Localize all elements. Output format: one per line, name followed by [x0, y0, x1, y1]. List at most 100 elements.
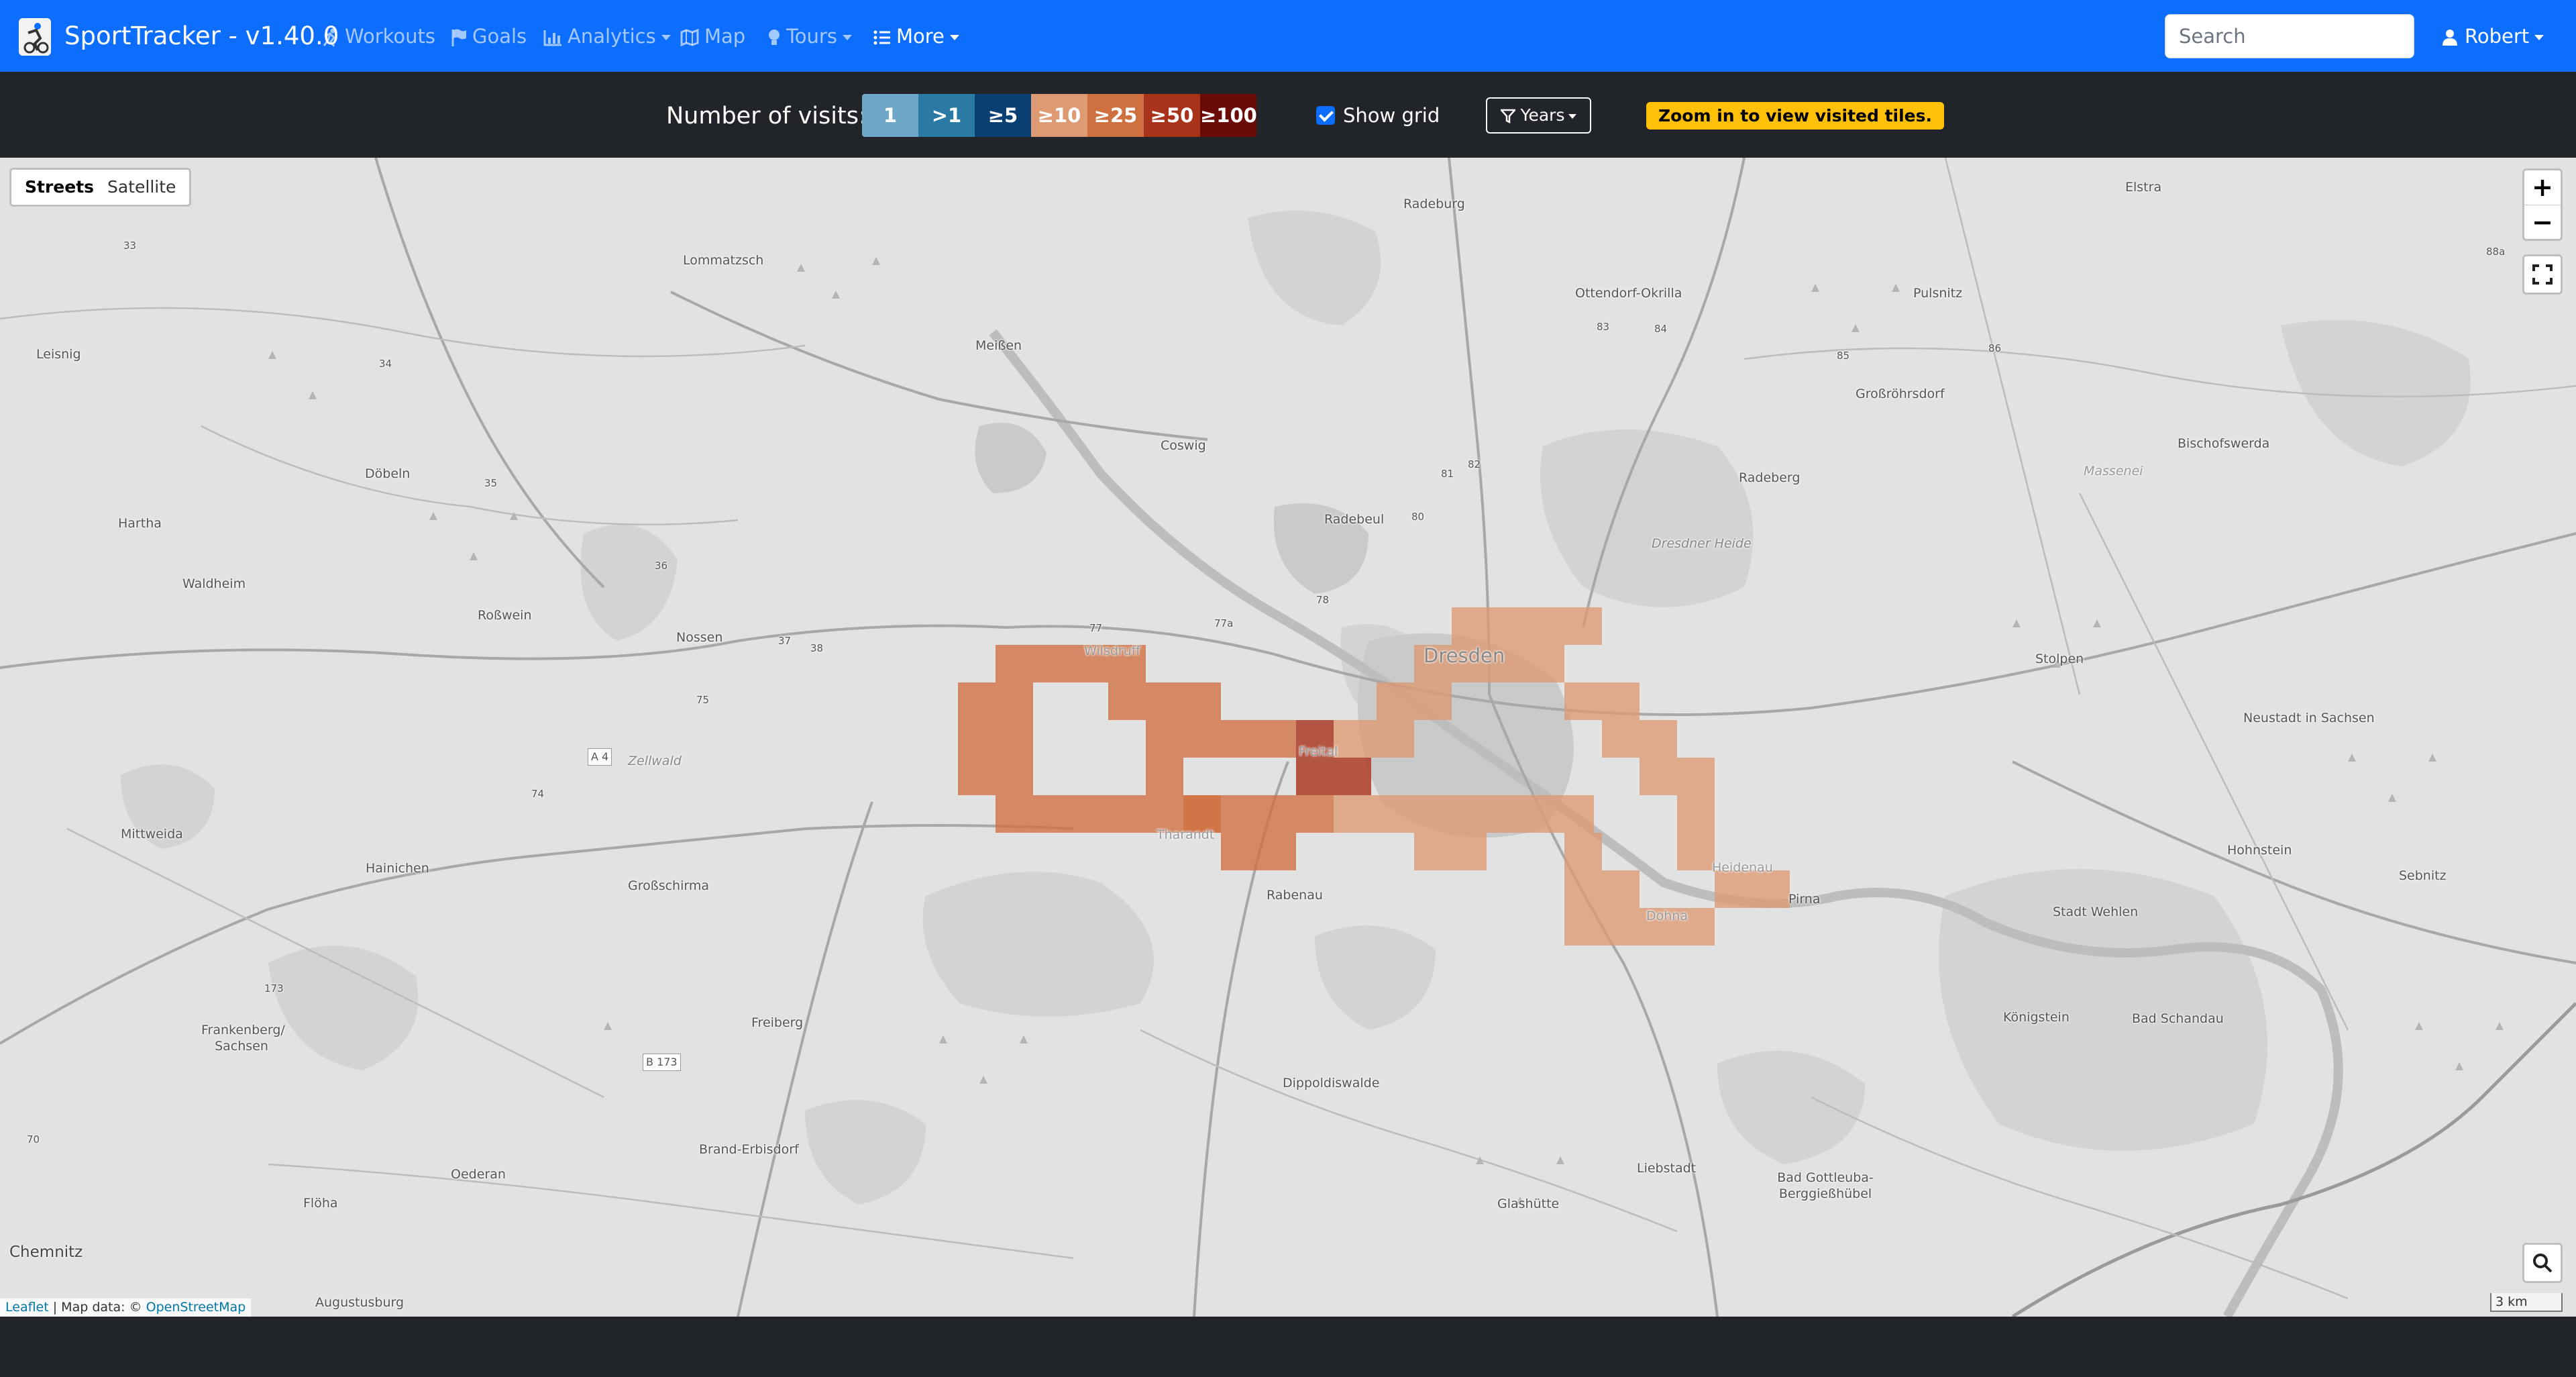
- running-icon: [322, 28, 339, 47]
- list-icon: [873, 30, 891, 46]
- map-attribution: Leaflet | Map data: © OpenStreetMap: [0, 1298, 252, 1317]
- place-liebstadt: Liebstadt: [1637, 1161, 1697, 1176]
- road-81: 81: [1441, 468, 1454, 480]
- show-grid-label: Show grid: [1343, 104, 1440, 127]
- place-bischofswerda: Bischofswerda: [2178, 436, 2270, 451]
- place-neustadt-in-sachsen: Neustadt in Sachsen: [2243, 711, 2375, 725]
- legend-1: 1: [862, 94, 918, 137]
- road-88a: 88a: [2486, 246, 2506, 258]
- nav-goals[interactable]: Goals: [451, 23, 527, 50]
- chevron-down-icon: [2534, 35, 2544, 40]
- place-hohnstein: Hohnstein: [2227, 843, 2292, 858]
- visits-legend-label: Number of visits:: [666, 103, 867, 130]
- place-bad-gottleuba-berggiesshuebel: Bad Gottleuba-Berggießhübel: [1777, 1170, 1874, 1201]
- place-brand-erbisdorf: Brand-Erbisdorf: [699, 1142, 799, 1157]
- road-74: 74: [531, 788, 545, 800]
- place-floeha: Flöha: [303, 1196, 338, 1211]
- place-ottendorf-okrilla: Ottendorf-Okrilla: [1575, 286, 1682, 301]
- visits-filter-bar: Number of visits: 1 >1 ≥5 ≥10 ≥25 ≥50 ≥1…: [0, 72, 2576, 158]
- place-freital: Freital: [1299, 744, 1338, 759]
- legend-ge50: ≥50: [1144, 94, 1200, 137]
- search-input[interactable]: [2165, 14, 2414, 58]
- app-logo-icon[interactable]: [19, 18, 51, 56]
- road-80: 80: [1411, 511, 1425, 523]
- map-search-button[interactable]: [2522, 1243, 2563, 1283]
- place-heidenau: Heidenau: [1712, 860, 1773, 875]
- road-83: 83: [1597, 321, 1610, 333]
- flag-icon: [451, 28, 467, 47]
- nav-map-label: Map: [704, 25, 746, 48]
- nav-more-label: More: [896, 25, 945, 48]
- nav-analytics-label: Analytics: [568, 25, 656, 48]
- road-b173: B 173: [643, 1054, 681, 1071]
- legend-ge25: ≥25: [1087, 94, 1144, 137]
- app-title[interactable]: SportTracker - v1.40.0: [64, 19, 339, 54]
- zoom-out-button[interactable]: −: [2524, 205, 2561, 240]
- nav-map[interactable]: Map: [680, 23, 745, 50]
- nav-goals-label: Goals: [472, 25, 527, 48]
- place-zellwald: Zellwald: [628, 754, 682, 768]
- legend-ge100: ≥100: [1200, 94, 1257, 137]
- bar-chart-icon: [543, 29, 562, 46]
- place-radeburg: Radeburg: [1403, 197, 1465, 211]
- place-meissen: Meißen: [975, 338, 1022, 353]
- visited-tiles: [958, 645, 1334, 870]
- chevron-down-icon: [661, 35, 671, 40]
- nav-tours-label: Tours: [786, 25, 837, 48]
- user-menu[interactable]: Robert: [2442, 23, 2544, 50]
- zoom-in-button[interactable]: +: [2524, 170, 2561, 205]
- nav-tours[interactable]: Tours: [767, 23, 852, 50]
- place-dippoldiswalde: Dippoldiswalde: [1283, 1076, 1380, 1090]
- page-footer: [0, 1317, 2576, 1377]
- place-grossschirma: Großschirma: [628, 878, 710, 893]
- layer-switcher[interactable]: Streets Satellite: [9, 168, 192, 207]
- user-name: Robert: [2465, 25, 2530, 48]
- road-70: 70: [27, 1133, 40, 1145]
- place-waldheim: Waldheim: [182, 576, 246, 591]
- road-35: 35: [484, 477, 498, 489]
- zoom-control: + −: [2522, 168, 2563, 241]
- place-radebeul: Radebeul: [1324, 512, 1385, 527]
- years-filter-button[interactable]: Years: [1486, 97, 1591, 134]
- layer-streets[interactable]: Streets: [18, 170, 101, 205]
- place-doebeln: Döbeln: [365, 466, 411, 481]
- place-coswig: Coswig: [1161, 438, 1206, 453]
- road-a4: A 4: [588, 748, 612, 766]
- legend-ge10: ≥10: [1031, 94, 1087, 137]
- place-dresden: Dresden: [1424, 644, 1505, 667]
- filter-icon: [1500, 109, 1515, 123]
- road-33: 33: [123, 240, 137, 252]
- fullscreen-button[interactable]: [2522, 254, 2563, 295]
- place-stadt-wehlen: Stadt Wehlen: [2053, 905, 2139, 919]
- place-sebnitz: Sebnitz: [2399, 868, 2447, 883]
- map-view[interactable]: Radeburg Elstra Lommatzsch Ottendorf-Okr…: [0, 158, 2576, 1317]
- osm-link[interactable]: OpenStreetMap: [146, 1300, 246, 1315]
- road-85: 85: [1837, 350, 1850, 362]
- years-filter-label: Years: [1520, 105, 1565, 125]
- place-tharandt: Tharandt: [1157, 827, 1215, 842]
- place-mittweida: Mittweida: [121, 827, 183, 842]
- zoom-notice-badge: Zoom in to view visited tiles.: [1646, 102, 1944, 130]
- layer-satellite[interactable]: Satellite: [101, 170, 182, 205]
- place-koenigstein: Königstein: [2003, 1010, 2070, 1025]
- place-leisnig: Leisnig: [36, 347, 81, 362]
- road-86: 86: [1988, 342, 2002, 354]
- place-pirna: Pirna: [1788, 892, 1821, 907]
- map-scale: 3 km: [2490, 1293, 2563, 1312]
- nav-analytics[interactable]: Analytics: [543, 23, 671, 50]
- place-bad-schandau: Bad Schandau: [2132, 1011, 2224, 1026]
- place-hainichen: Hainichen: [366, 861, 429, 876]
- fullscreen-icon: [2532, 264, 2553, 285]
- place-lommatzsch: Lommatzsch: [683, 253, 764, 268]
- chevron-down-icon: [842, 35, 852, 40]
- road-34: 34: [379, 358, 392, 370]
- nav-more[interactable]: More: [873, 23, 959, 50]
- road-37: 37: [778, 635, 792, 647]
- show-grid-checkbox[interactable]: [1316, 106, 1335, 125]
- place-stolpen: Stolpen: [2035, 652, 2084, 666]
- nav-workouts[interactable]: Workouts: [322, 23, 435, 50]
- show-grid-toggle[interactable]: Show grid: [1316, 102, 1440, 129]
- place-radeberg: Radeberg: [1739, 470, 1801, 485]
- leaflet-link[interactable]: Leaflet: [5, 1300, 49, 1315]
- search-icon: [2533, 1254, 2553, 1273]
